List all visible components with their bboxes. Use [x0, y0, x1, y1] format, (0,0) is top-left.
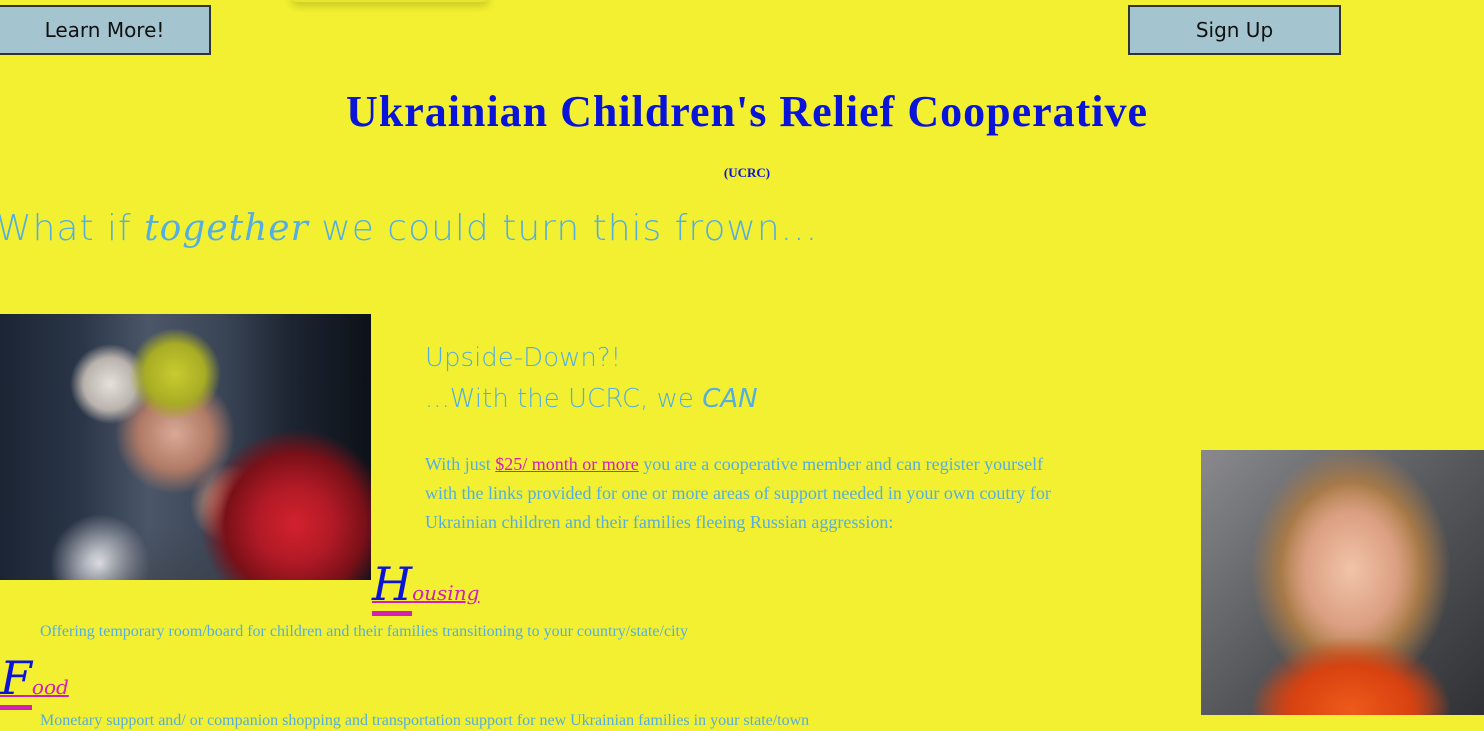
tagline: What if together we could turn this frow…: [0, 208, 818, 249]
intro-before: With just: [425, 454, 496, 474]
housing-link[interactable]: Housing: [372, 557, 480, 616]
intro-paragraph: With just $25/ month or more you are a c…: [425, 450, 1065, 537]
crying-child-photo: [0, 314, 371, 580]
upside-line2: ...With the UCRC, we CAN: [425, 379, 758, 420]
food-description: Monetary support and/ or companion shopp…: [40, 712, 810, 729]
learn-more-button[interactable]: Learn More!: [0, 5, 211, 55]
upside-down-heading: Upside-Down?! ...With the UCRC, we CAN: [425, 338, 758, 420]
upside-line2-emphasis: CAN: [702, 384, 758, 414]
sign-up-button[interactable]: Sign Up: [1128, 5, 1341, 55]
upside-line2-before: ...With the UCRC, we: [425, 384, 703, 414]
smiling-child-photo: [1201, 450, 1484, 715]
food-rest: ood: [31, 675, 69, 699]
tagline-before: What if: [0, 208, 145, 249]
housing-description: Offering temporary room/board for childr…: [40, 623, 688, 640]
housing-rest: ousing: [412, 581, 480, 605]
upside-line1: Upside-Down?!: [425, 343, 622, 373]
food-initial: F: [0, 651, 32, 710]
housing-initial: H: [372, 557, 413, 616]
tagline-after: we could turn this frown...: [308, 208, 819, 249]
membership-price-link[interactable]: $25/ month or more: [495, 454, 638, 474]
page-abbreviation: (UCRC): [723, 165, 771, 180]
tagline-emphasis: together: [144, 208, 309, 249]
food-link[interactable]: Food: [0, 651, 69, 710]
header-shadow-decoration: [290, 0, 490, 2]
page-title: Ukrainian Children's Relief Cooperative: [345, 87, 1149, 136]
